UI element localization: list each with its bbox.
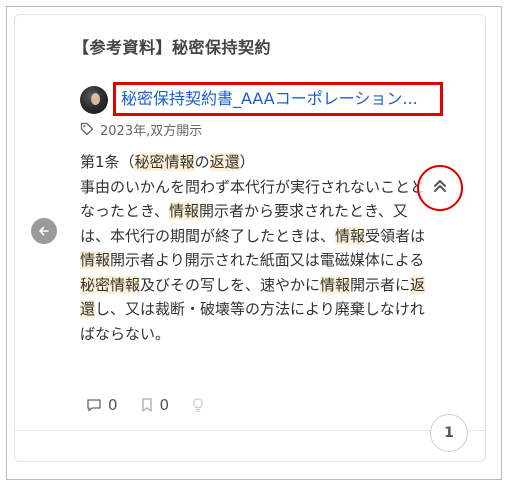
clause-text-segment: 第1条（ bbox=[80, 153, 135, 171]
tag-text: 2023年,双方開示 bbox=[100, 123, 203, 139]
highlighted-term: 情報 bbox=[335, 226, 366, 245]
bookmark-button[interactable]: 0 bbox=[140, 396, 170, 414]
page-indicator[interactable]: 1 bbox=[430, 414, 468, 452]
lightbulb-icon bbox=[191, 397, 205, 413]
double-chevron-up-icon bbox=[431, 177, 449, 199]
tag-icon bbox=[80, 122, 94, 136]
clause-text-segment: 及びその写しを、速やかに bbox=[140, 275, 321, 294]
bookmark-count: 0 bbox=[159, 396, 170, 414]
author-avatar[interactable] bbox=[80, 86, 108, 114]
highlighted-term: 返還 bbox=[209, 153, 240, 171]
bookmark-icon bbox=[140, 397, 154, 413]
clause-text-segment: 受領者は bbox=[365, 226, 426, 245]
clause-text: 第1条（秘密情報の返還） 事由のいかんを問わず本代行が実行されないこととなったとき… bbox=[80, 150, 432, 346]
tag-row: 2023年,双方開示 bbox=[80, 119, 202, 139]
document-link-highlight: 秘密保持契約書_AAAコーポレーション... bbox=[113, 82, 443, 116]
comment-count: 0 bbox=[108, 396, 118, 414]
highlighted-term: 情報 bbox=[168, 202, 199, 220]
clause-text-segment: の bbox=[194, 153, 210, 171]
clause-text-segment: し、又は裁断・破壊等の方法により廃棄しなければならない。 bbox=[80, 300, 425, 343]
clause-text-segment: 開示者より開示された紙面又は電磁媒体による bbox=[110, 251, 425, 269]
arrow-left-icon bbox=[38, 222, 50, 241]
card-actions: 0 0 bbox=[86, 394, 227, 416]
highlighted-term: 情報 bbox=[320, 275, 351, 294]
highlighted-term: 秘密情報 bbox=[134, 153, 195, 171]
footer-divider bbox=[15, 430, 485, 431]
highlighted-term: 秘密情報 bbox=[80, 275, 141, 294]
comment-icon bbox=[86, 397, 102, 413]
comment-button[interactable]: 0 bbox=[86, 396, 118, 414]
highlighted-term: 情報 bbox=[80, 251, 111, 269]
card-title: 【参考資料】秘密保持契約 bbox=[73, 38, 272, 57]
previous-button[interactable] bbox=[31, 218, 57, 244]
clause-text-segment: 開示者に bbox=[350, 275, 411, 294]
idea-button[interactable] bbox=[191, 397, 205, 413]
clause-text-segment: ） bbox=[239, 153, 255, 171]
collapse-button[interactable] bbox=[417, 165, 463, 211]
document-link[interactable]: 秘密保持契約書_AAAコーポレーション... bbox=[121, 88, 437, 112]
